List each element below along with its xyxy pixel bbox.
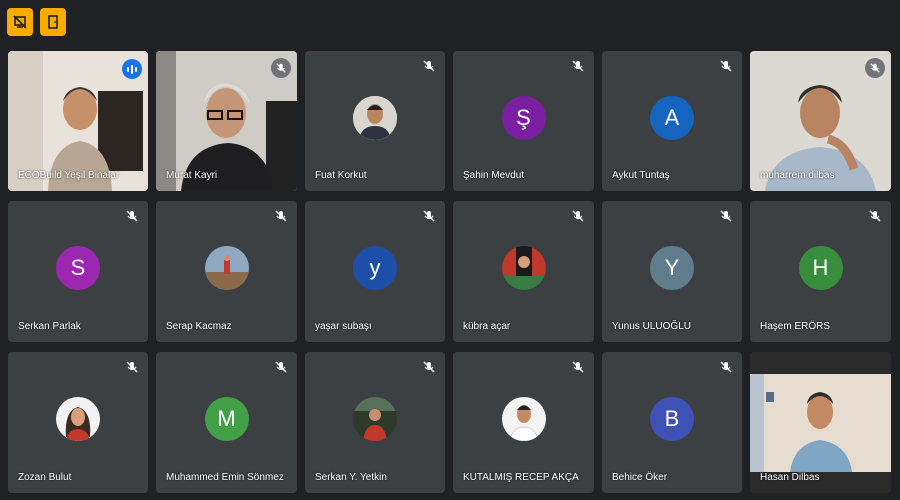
- participant-name: Serap Kacmaz: [166, 321, 232, 332]
- participant-name: Serkan Y. Yetkin: [315, 472, 387, 483]
- mic-off-icon: [125, 360, 139, 374]
- participant-name: Serkan Parlak: [18, 321, 81, 332]
- participant-avatar: S: [56, 246, 100, 290]
- mic-off-icon: [719, 360, 733, 374]
- participant-tile[interactable]: M Muhammed Emin Sönmez: [156, 352, 297, 493]
- participant-avatar: [56, 397, 100, 441]
- participant-tile[interactable]: Serap Kacmaz: [156, 201, 297, 342]
- participant-avatar: M: [204, 397, 249, 441]
- participant-avatar: H: [798, 246, 843, 290]
- mic-off-icon: [271, 58, 291, 78]
- participant-avatar: [353, 397, 397, 441]
- mic-off-icon: [571, 360, 585, 374]
- participant-tile[interactable]: y yaşar subaşı: [305, 201, 445, 342]
- participant-name: Murat Kayri: [166, 170, 218, 181]
- participant-avatar: [353, 96, 397, 140]
- participant-avatar: A: [650, 96, 694, 140]
- participant-name: Aykut Tuntaş: [612, 170, 670, 181]
- mic-off-icon: [422, 59, 436, 73]
- participant-tile[interactable]: muharrem dilbas: [750, 51, 891, 191]
- participant-avatar: Y: [650, 246, 694, 290]
- participant-name: Muhammed Emin Sönmez: [166, 472, 284, 483]
- participant-name: kübra açar: [463, 321, 511, 332]
- mic-off-icon: [422, 209, 436, 223]
- participant-avatar: y: [353, 246, 397, 290]
- participant-tile[interactable]: ECOBuild Yeşil Binalar: [8, 51, 148, 191]
- exit-door-icon[interactable]: [40, 8, 66, 36]
- participant-name: Zozan Bulut: [18, 472, 72, 483]
- participant-tile[interactable]: A Aykut Tuntaş: [602, 51, 742, 191]
- participant-tile[interactable]: Hasan Dilbas: [750, 352, 891, 493]
- mic-off-icon: [274, 209, 288, 223]
- participant-tile[interactable]: B Behice Öker: [602, 352, 742, 493]
- participant-tile[interactable]: Fuat Korkut: [305, 51, 445, 191]
- participant-tile[interactable]: Murat Kayri: [156, 51, 297, 191]
- participant-name: Yunus ULUOĞLU: [612, 321, 691, 332]
- mic-off-icon: [125, 209, 139, 223]
- participant-tile[interactable]: kübra açar: [453, 201, 594, 342]
- participant-tile[interactable]: Serkan Y. Yetkin: [305, 352, 445, 493]
- mic-off-icon: [571, 209, 585, 223]
- mic-off-icon: [274, 360, 288, 374]
- participant-name: KUTALMIŞ RECEP AKÇA: [463, 472, 579, 483]
- speaking-indicator-icon: [122, 59, 142, 79]
- mic-off-icon: [422, 360, 436, 374]
- participant-avatar: Ş: [501, 96, 546, 140]
- participant-avatar: [501, 246, 546, 290]
- participant-tile[interactable]: Zozan Bulut: [8, 352, 148, 493]
- participant-name: muharrem dilbas: [760, 170, 835, 181]
- participant-name: Hasan Dilbas: [760, 472, 820, 483]
- participant-name: Fuat Korkut: [315, 170, 367, 181]
- participant-name: Behice Öker: [612, 472, 668, 483]
- participant-avatar: [501, 397, 546, 441]
- participant-name: Şahin Mevdut: [463, 170, 525, 181]
- mic-off-icon: [719, 209, 733, 223]
- participant-name: yaşar subaşı: [315, 321, 372, 332]
- participant-tile[interactable]: Ş Şahin Mevdut: [453, 51, 594, 191]
- participant-tile[interactable]: S Serkan Parlak: [8, 201, 148, 342]
- participant-name: Haşem ERÖRS: [760, 321, 831, 332]
- participant-tile[interactable]: Y Yunus ULUOĞLU: [602, 201, 742, 342]
- participant-name: ECOBuild Yeşil Binalar: [18, 170, 120, 181]
- participant-tile[interactable]: H Haşem ERÖRS: [750, 201, 891, 342]
- mic-off-icon: [719, 59, 733, 73]
- participant-grid: ECOBuild Yeşil Binalar Murat Kayri Fuat …: [8, 51, 891, 493]
- participant-avatar: [204, 246, 249, 290]
- mic-off-icon: [868, 209, 882, 223]
- mic-off-icon: [865, 58, 885, 78]
- mic-off-icon: [571, 59, 585, 73]
- participant-avatar: B: [650, 397, 694, 441]
- participant-tile[interactable]: KUTALMIŞ RECEP AKÇA: [453, 352, 594, 493]
- presentation-off-icon[interactable]: [7, 8, 33, 36]
